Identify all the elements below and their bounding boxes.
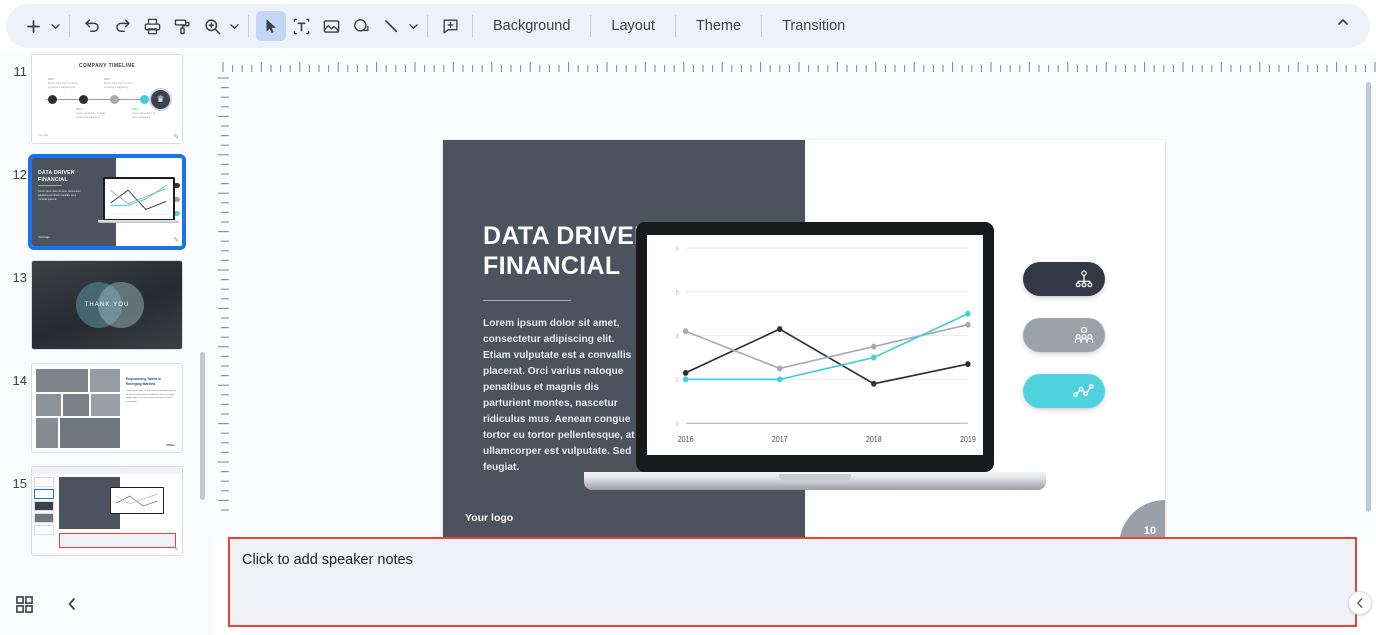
svg-text:2: 2 xyxy=(676,377,680,384)
slide-number-12: 12 xyxy=(5,167,27,182)
line-chart: 0 2 4 6 8 2016 2017 2018 2019 xyxy=(647,235,983,455)
line-dropdown-icon[interactable] xyxy=(406,22,420,31)
filmstrip-footer xyxy=(0,572,213,635)
thumb-logo-14: Xffiles xyxy=(166,443,175,447)
slide-title-line1: DATA DRIVEN xyxy=(483,222,653,250)
chevron-left-icon xyxy=(1354,597,1366,609)
thumb-title-11: COMPANY TIMELINE xyxy=(32,63,182,69)
thumbnail-frame-11[interactable]: COMPANY TIMELINE ♛ 2016 Lorem ipsum dolo… xyxy=(31,54,183,144)
thumb-body-14: Lorem ipsum dolor sit amet consectetur a… xyxy=(126,390,176,404)
shape-button[interactable] xyxy=(346,11,376,41)
paint-format-button[interactable] xyxy=(167,11,197,41)
network-nodes-icon xyxy=(1072,380,1094,402)
thumbnail-frame-15[interactable]: ✎ xyxy=(31,466,183,556)
thumbnail-frame-14[interactable]: Empowering Talent in Emerging Markets Lo… xyxy=(31,363,183,453)
slides-editor-window: Background Layout Theme Transition 11 xyxy=(0,0,1376,635)
slide-thumbnail-12[interactable]: 12 DATA DRIVENFINANCIAL Lorem ipsum dolo… xyxy=(0,157,213,260)
audience-pill[interactable] xyxy=(1023,318,1105,352)
canvas-area: DATA DRIVEN FINANCIAL Lorem ipsum dolor … xyxy=(213,52,1376,537)
collapse-filmstrip-button[interactable] xyxy=(56,588,88,620)
toolbar-divider-6 xyxy=(675,15,676,37)
slide-thumbnail-11[interactable]: 11 COMPANY TIMELINE ♛ 2016 Lorem ipsum d… xyxy=(0,54,213,157)
network-pill[interactable] xyxy=(1023,374,1105,408)
svg-text:2019: 2019 xyxy=(960,435,976,444)
trophy-icon: ♛ xyxy=(149,88,172,111)
laptop-mockup: 0 2 4 6 8 2016 2017 2018 2019 xyxy=(636,222,994,472)
toolbar-divider-5 xyxy=(590,15,591,37)
zoom-dropdown-icon[interactable] xyxy=(227,22,241,31)
speaker-notes-box[interactable]: Click to add speaker notes xyxy=(228,537,1357,627)
thumb-logo-12: Your logo xyxy=(38,235,50,239)
menu-layout[interactable]: Layout xyxy=(598,10,668,42)
edit-pen-icon: ✎ xyxy=(173,133,179,141)
canvas-scrollbar[interactable] xyxy=(1366,82,1371,512)
collapse-toolbar-button[interactable] xyxy=(1324,7,1362,37)
laptop-notch xyxy=(779,474,851,481)
toolbar-divider-4 xyxy=(472,15,473,37)
svg-text:2018: 2018 xyxy=(866,435,882,444)
toolbar-divider-2 xyxy=(248,15,249,37)
people-group-icon xyxy=(1074,325,1094,345)
svg-text:2016: 2016 xyxy=(678,435,694,444)
thumb-title-12: DATA DRIVENFINANCIAL xyxy=(38,170,75,183)
slide-number-11: 11 xyxy=(5,64,27,79)
svg-text:6: 6 xyxy=(676,289,680,296)
toolbar-divider-3 xyxy=(427,15,428,37)
svg-text:4: 4 xyxy=(676,333,680,340)
laptop-screen: 0 2 4 6 8 2016 2017 2018 2019 xyxy=(647,235,983,455)
slide-thumbnail-14[interactable]: 14 Empowering Talent in Emerging Markets… xyxy=(0,363,213,466)
svg-text:2017: 2017 xyxy=(772,435,788,444)
horizontal-ruler xyxy=(213,60,1364,74)
edit-pen-icon: ✎ xyxy=(173,236,179,244)
menu-background[interactable]: Background xyxy=(480,10,583,42)
chevron-left-icon xyxy=(65,597,79,611)
line-button[interactable] xyxy=(376,11,406,41)
org-chart-icon xyxy=(1074,269,1094,289)
slide-number-14: 14 xyxy=(5,373,27,388)
slide-filmstrip[interactable]: 11 COMPANY TIMELINE ♛ 2016 Lorem ipsum d… xyxy=(0,52,213,572)
vertical-ruler xyxy=(217,74,231,513)
filmstrip-scrollbar[interactable] xyxy=(200,352,205,500)
thumbnail-frame-13[interactable]: THANK YOU xyxy=(31,260,183,350)
add-slide-dropdown-icon[interactable] xyxy=(48,22,62,31)
thumb-title-13: THANK YOU xyxy=(32,302,182,308)
slide-body-text[interactable]: Lorem ipsum dolor sit amet, consectetur … xyxy=(483,316,643,476)
slide-number-15: 15 xyxy=(5,476,27,491)
text-box-button[interactable] xyxy=(286,11,316,41)
grid-view-icon xyxy=(16,596,33,613)
slide-thumbnail-13[interactable]: 13 THANK YOU xyxy=(0,260,213,363)
print-button[interactable] xyxy=(137,11,167,41)
thumbnail-frame-12[interactable]: DATA DRIVENFINANCIAL Lorem ipsum dolor s… xyxy=(31,157,183,247)
slide-title-line2: FINANCIAL xyxy=(483,252,620,280)
redo-button[interactable] xyxy=(107,11,137,41)
toolbar-divider-7 xyxy=(761,15,762,37)
title-divider xyxy=(483,300,571,301)
undo-button[interactable] xyxy=(77,11,107,41)
toolbar: Background Layout Theme Transition xyxy=(0,0,1376,52)
hierarchy-pill[interactable] xyxy=(1023,262,1105,296)
slide-canvas[interactable]: DATA DRIVEN FINANCIAL Lorem ipsum dolor … xyxy=(443,140,1165,546)
add-slide-button[interactable] xyxy=(18,11,48,41)
menu-theme[interactable]: Theme xyxy=(683,10,754,42)
svg-text:8: 8 xyxy=(676,246,680,253)
slide-thumbnail-15[interactable]: 15 xyxy=(0,466,213,569)
menu-transition[interactable]: Transition xyxy=(769,10,858,42)
notes-panel-toggle-button[interactable] xyxy=(1348,591,1372,615)
speaker-notes-placeholder: Click to add speaker notes xyxy=(242,552,413,568)
chevron-up-icon xyxy=(1336,15,1350,29)
zoom-button[interactable] xyxy=(197,11,227,41)
laptop-body: 0 2 4 6 8 2016 2017 2018 2019 xyxy=(636,222,994,472)
svg-text:0: 0 xyxy=(676,421,680,428)
insert-image-button[interactable] xyxy=(316,11,346,41)
toolbar-divider xyxy=(69,15,70,37)
edit-pen-icon: ✎ xyxy=(173,545,179,553)
select-tool-button[interactable] xyxy=(256,11,286,41)
grid-view-button[interactable] xyxy=(8,588,40,620)
comment-button[interactable] xyxy=(435,11,465,41)
thumb-body-12: Lorem ipsum dolor sit amet, consectetur … xyxy=(38,190,84,202)
slide-number-13: 13 xyxy=(5,270,27,285)
slide-logo[interactable]: Your logo xyxy=(465,512,513,524)
thumb-title-14: Empowering Talent in Emerging Markets xyxy=(126,377,176,387)
